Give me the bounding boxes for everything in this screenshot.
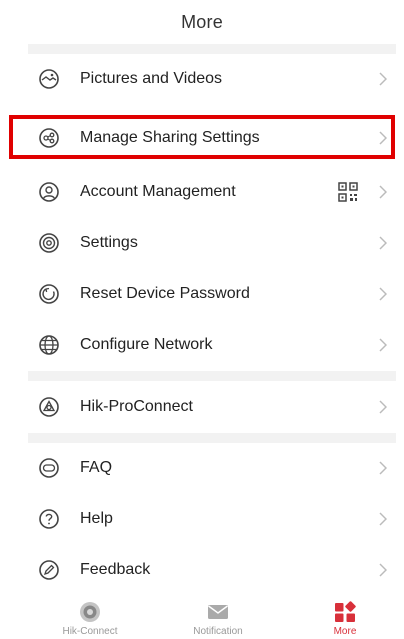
menu-item-faq[interactable]: FAQ (28, 443, 396, 493)
tab-notification[interactable]: Notification (168, 596, 268, 639)
section-divider (28, 44, 396, 54)
pictures-icon (37, 67, 61, 91)
menu-item-label: FAQ (80, 459, 113, 476)
page-title: More (181, 11, 223, 32)
chevron-right-icon (378, 286, 388, 302)
menu-item-account-management[interactable]: Account Management (28, 167, 396, 217)
section-divider (28, 433, 396, 443)
menu-item-hik-proconnect[interactable]: Hik-ProConnect (28, 382, 396, 432)
globe-icon (37, 333, 61, 357)
chevron-right-icon (378, 130, 388, 146)
share-icon (37, 126, 61, 150)
envelope-icon (207, 601, 229, 623)
bottom-tab-bar: Hik-Connect Notification More (0, 596, 404, 639)
chevron-right-icon (378, 235, 388, 251)
chevron-right-icon (378, 337, 388, 353)
menu-item-label: Account Management (80, 183, 236, 200)
chevron-right-icon (378, 184, 388, 200)
chevron-right-icon (378, 71, 388, 87)
help-icon (37, 507, 61, 531)
menu-item-label: Help (80, 510, 113, 527)
menu-item-label: Hik-ProConnect (80, 398, 193, 415)
more-grid-icon (334, 601, 356, 623)
chevron-right-icon (378, 399, 388, 415)
menu-item-label: Settings (80, 234, 138, 251)
menu-item-label: Manage Sharing Settings (80, 129, 260, 146)
menu-item-label: Reset Device Password (80, 285, 250, 302)
menu-item-help[interactable]: Help (28, 494, 396, 544)
chevron-right-icon (378, 562, 388, 578)
menu-item-label: Pictures and Videos (80, 70, 223, 87)
menu-item-reset-device-password[interactable]: Reset Device Password (28, 269, 396, 319)
proconnect-icon (37, 395, 61, 419)
feedback-icon (37, 558, 61, 582)
menu-item-settings[interactable]: Settings (28, 218, 396, 268)
tab-more[interactable]: More (295, 596, 395, 639)
menu-item-configure-network[interactable]: Configure Network (28, 320, 396, 370)
menu-item-pictures-and-videos[interactable]: Pictures and Videos (28, 54, 396, 104)
menu-item-label: Configure Network (80, 336, 213, 353)
settings-icon (37, 231, 61, 255)
tab-label: More (333, 626, 357, 637)
qr-code-icon[interactable] (338, 182, 358, 202)
section-divider (28, 371, 396, 381)
hik-connect-icon (79, 601, 101, 623)
chevron-right-icon (378, 511, 388, 527)
menu-item-manage-sharing-settings[interactable]: Manage Sharing Settings (28, 113, 396, 163)
reset-icon (37, 282, 61, 306)
menu-item-label: Feedback (80, 561, 151, 578)
account-icon (37, 180, 61, 204)
tab-hik-connect[interactable]: Hik-Connect (40, 596, 140, 639)
menu-item-feedback[interactable]: Feedback (28, 545, 396, 595)
tab-label: Notification (193, 626, 243, 637)
header: More (0, 0, 404, 44)
tab-label: Hik-Connect (62, 626, 118, 637)
chevron-right-icon (378, 460, 388, 476)
faq-icon (37, 456, 61, 480)
more-page: More Pictures and Videos Manage Sharing … (0, 0, 404, 639)
